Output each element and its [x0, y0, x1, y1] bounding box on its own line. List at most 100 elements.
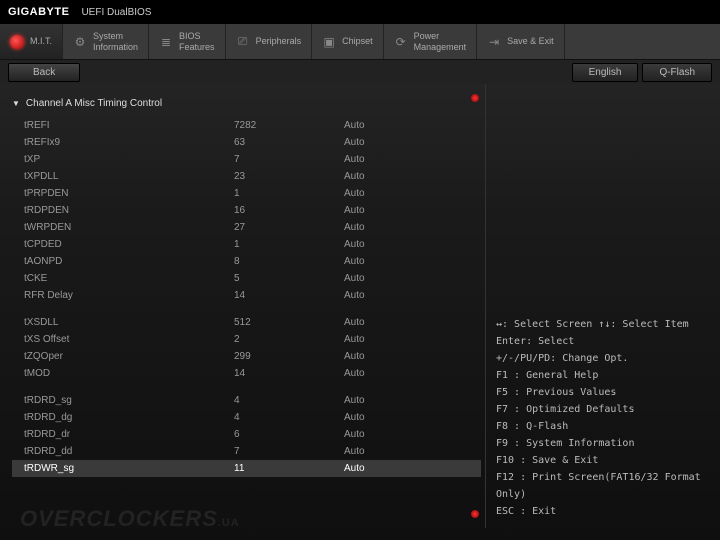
- timing-row[interactable]: tRDRD_sg4Auto: [12, 392, 481, 409]
- timing-row[interactable]: tREFIx963Auto: [12, 134, 481, 151]
- timing-row[interactable]: tRDPDEN16Auto: [12, 202, 481, 219]
- tab-label: BIOSFeatures: [179, 31, 215, 53]
- tab-system-information[interactable]: ⚙ SystemInformation: [63, 24, 149, 59]
- help-line: F9 : System Information: [496, 435, 710, 452]
- param-value: 2: [234, 334, 344, 345]
- tab-label: PowerManagement: [414, 31, 467, 53]
- help-line: F5 : Previous Values: [496, 384, 710, 401]
- help-line: F10 : Save & Exit: [496, 452, 710, 469]
- help-text: ↔: Select Screen ↑↓: Select ItemEnter: S…: [496, 316, 710, 520]
- param-name: tCPDED: [24, 239, 234, 250]
- param-name: tRDRD_dr: [24, 429, 234, 440]
- scroll-down-indicator[interactable]: [471, 510, 479, 518]
- param-value: 63: [234, 137, 344, 148]
- param-name: tRDWR_sg: [24, 463, 234, 474]
- param-name: tRDRD_dd: [24, 446, 234, 457]
- timing-rows: tREFI7282AutotREFIx963AutotXP7AutotXPDLL…: [12, 117, 481, 477]
- param-value: 5: [234, 273, 344, 284]
- param-mode: Auto: [344, 137, 424, 148]
- settings-panel: ▼ Channel A Misc Timing Control tREFI728…: [0, 84, 485, 528]
- help-line: ESC : Exit: [496, 503, 710, 520]
- param-value: 7282: [234, 120, 344, 131]
- param-mode: Auto: [344, 171, 424, 182]
- param-name: tRDRD_dg: [24, 412, 234, 423]
- mit-dot-icon: [10, 35, 24, 49]
- brand-sub: UEFI DualBIOS: [81, 7, 151, 18]
- timing-row[interactable]: tXPDLL23Auto: [12, 168, 481, 185]
- tab-label: Save & Exit: [507, 36, 554, 47]
- tab-save-exit[interactable]: ⇥ Save & Exit: [477, 24, 565, 59]
- param-mode: Auto: [344, 412, 424, 423]
- param-mode: Auto: [344, 334, 424, 345]
- help-line: ↔: Select Screen ↑↓: Select Item: [496, 316, 710, 333]
- param-name: RFR Delay: [24, 290, 234, 301]
- list-icon: ≣: [159, 35, 173, 49]
- param-name: tPRPDEN: [24, 188, 234, 199]
- timing-row[interactable]: tXP7Auto: [12, 151, 481, 168]
- param-mode: Auto: [344, 273, 424, 284]
- param-name: tREFIx9: [24, 137, 234, 148]
- param-name: tXP: [24, 154, 234, 165]
- param-value: 16: [234, 205, 344, 216]
- gear-icon: ⚙: [73, 35, 87, 49]
- timing-row[interactable]: RFR Delay14Auto: [12, 287, 481, 304]
- timing-row[interactable]: tAONPD8Auto: [12, 253, 481, 270]
- brand-logo: GIGABYTE: [8, 6, 69, 18]
- help-line: +/-/PU/PD: Change Opt.: [496, 350, 710, 367]
- tab-m-i-t-[interactable]: M.I.T.: [0, 24, 63, 59]
- timing-row[interactable]: tRDRD_dr6Auto: [12, 426, 481, 443]
- help-line: F7 : Optimized Defaults: [496, 401, 710, 418]
- tab-chipset[interactable]: ▣ Chipset: [312, 24, 384, 59]
- back-button[interactable]: Back: [8, 63, 80, 82]
- param-name: tAONPD: [24, 256, 234, 267]
- tab-power-management[interactable]: ⟳ PowerManagement: [384, 24, 478, 59]
- scroll-up-indicator[interactable]: [471, 94, 479, 102]
- timing-row[interactable]: tMOD14Auto: [12, 365, 481, 382]
- param-mode: Auto: [344, 188, 424, 199]
- timing-row[interactable]: tREFI7282Auto: [12, 117, 481, 134]
- param-value: 11: [234, 463, 344, 474]
- power-icon: ⟳: [394, 35, 408, 49]
- qflash-button[interactable]: Q-Flash: [642, 63, 712, 82]
- param-name: tMOD: [24, 368, 234, 379]
- timing-row[interactable]: tRDRD_dg4Auto: [12, 409, 481, 426]
- collapse-icon: ▼: [12, 99, 20, 108]
- param-mode: Auto: [344, 463, 424, 474]
- timing-row[interactable]: tWRPDEN27Auto: [12, 219, 481, 236]
- language-button[interactable]: English: [572, 63, 639, 82]
- param-name: tCKE: [24, 273, 234, 284]
- param-value: 7: [234, 154, 344, 165]
- param-value: 512: [234, 317, 344, 328]
- timing-row[interactable]: tCKE5Auto: [12, 270, 481, 287]
- chip-icon: ▣: [322, 35, 336, 49]
- timing-row[interactable]: tPRPDEN1Auto: [12, 185, 481, 202]
- param-name: tRDRD_sg: [24, 395, 234, 406]
- section-title-text: Channel A Misc Timing Control: [26, 98, 162, 109]
- param-mode: Auto: [344, 317, 424, 328]
- timing-row[interactable]: tXS Offset2Auto: [12, 331, 481, 348]
- timing-row[interactable]: tCPDED1Auto: [12, 236, 481, 253]
- param-mode: Auto: [344, 395, 424, 406]
- help-line: F12 : Print Screen(FAT16/32 Format Only): [496, 469, 710, 503]
- timing-row[interactable]: tRDWR_sg11Auto: [12, 460, 481, 477]
- param-value: 1: [234, 239, 344, 250]
- sub-toolbar: Back English Q-Flash: [0, 60, 720, 84]
- tab-bios-features[interactable]: ≣ BIOSFeatures: [149, 24, 226, 59]
- param-mode: Auto: [344, 205, 424, 216]
- param-mode: Auto: [344, 154, 424, 165]
- param-name: tREFI: [24, 120, 234, 131]
- tab-label: Peripherals: [256, 36, 302, 47]
- tab-peripherals[interactable]: ⎚Peripherals: [226, 24, 313, 59]
- param-value: 299: [234, 351, 344, 362]
- param-value: 27: [234, 222, 344, 233]
- tab-label: SystemInformation: [93, 31, 138, 53]
- timing-row[interactable]: tRDRD_dd7Auto: [12, 443, 481, 460]
- exit-icon: ⇥: [487, 35, 501, 49]
- tab-label: Chipset: [342, 36, 373, 47]
- timing-row[interactable]: tZQOper299Auto: [12, 348, 481, 365]
- param-value: 4: [234, 395, 344, 406]
- section-header[interactable]: ▼ Channel A Misc Timing Control: [12, 92, 481, 115]
- param-name: tZQOper: [24, 351, 234, 362]
- main-tabs: M.I.T. ⚙ SystemInformation ≣ BIOSFeatures ⎚Pe…: [0, 24, 720, 60]
- timing-row[interactable]: tXSDLL512Auto: [12, 314, 481, 331]
